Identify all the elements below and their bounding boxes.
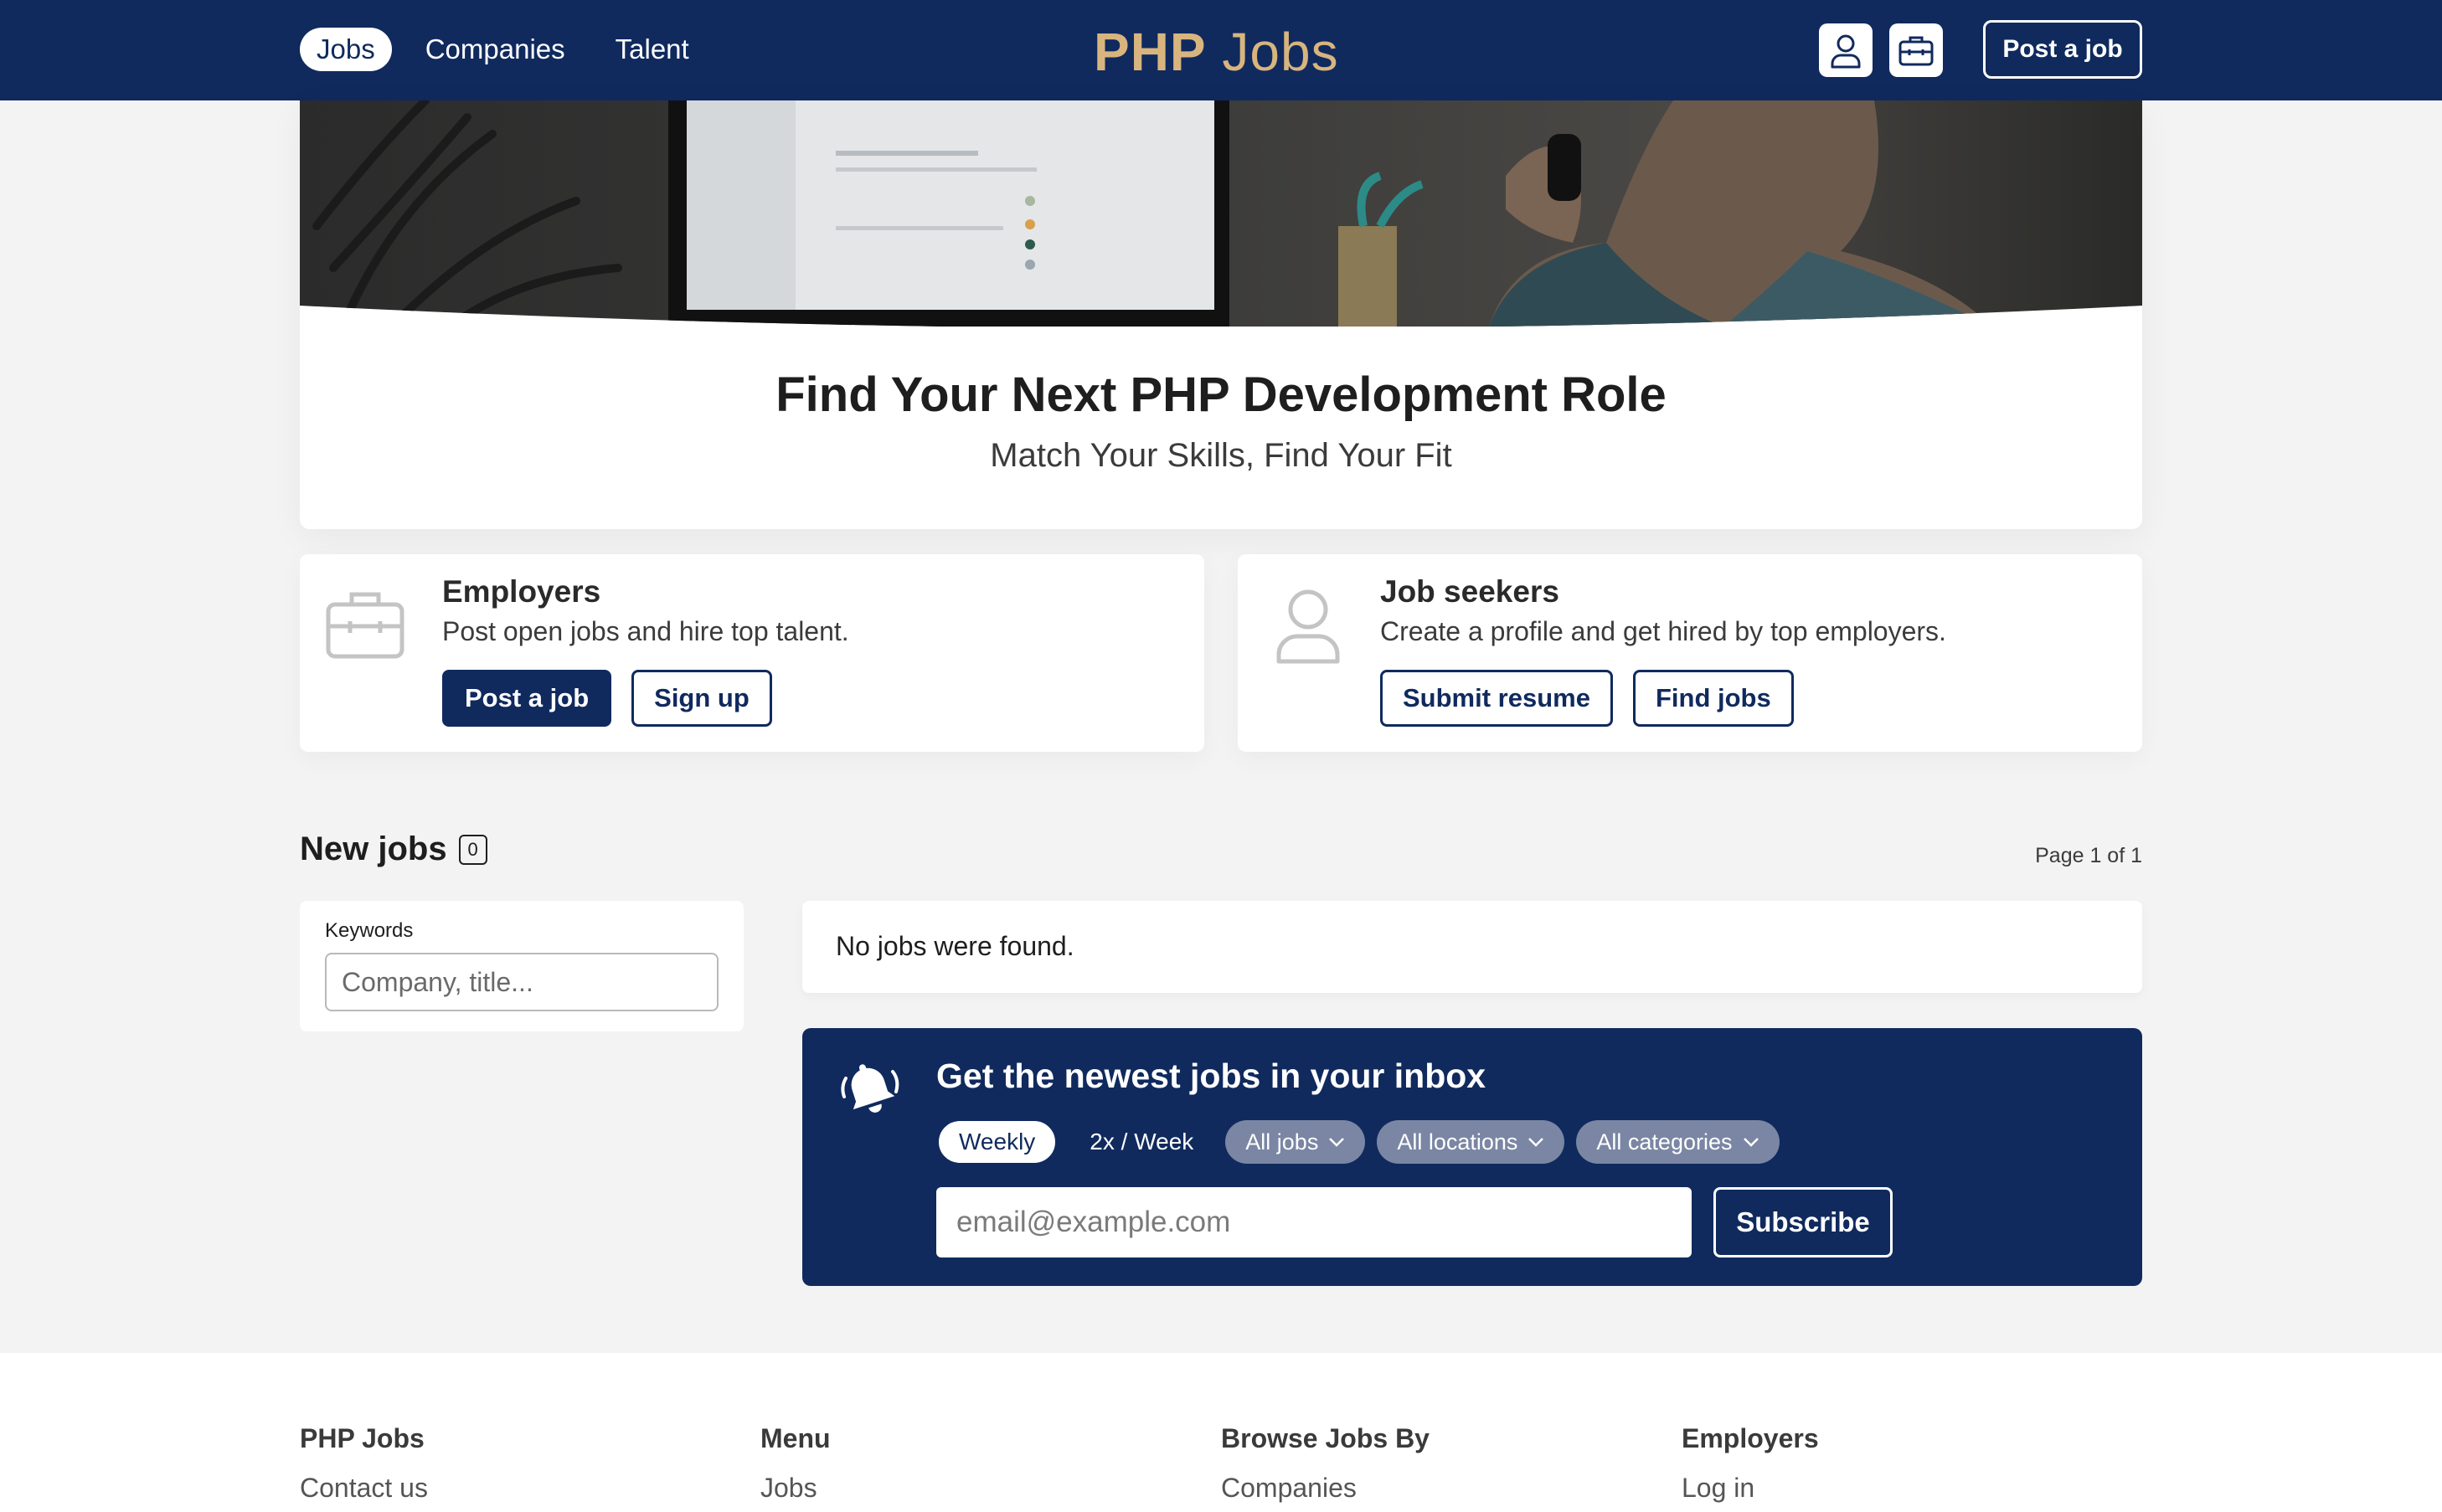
footer-col-employers: Employers Log in bbox=[1682, 1423, 1819, 1504]
all-locations-dropdown[interactable]: All locations bbox=[1377, 1120, 1565, 1164]
all-categories-dropdown[interactable]: All categories bbox=[1576, 1120, 1780, 1164]
employers-desc: Post open jobs and hire top talent. bbox=[442, 616, 849, 646]
briefcase-icon bbox=[1898, 36, 1934, 66]
footer-heading: Browse Jobs By bbox=[1221, 1423, 1430, 1453]
nav-jobs[interactable]: Jobs bbox=[300, 28, 392, 71]
chevron-down-icon bbox=[1528, 1138, 1544, 1147]
page-info: Page 1 of 1 bbox=[2035, 844, 2142, 867]
hero-card: Find Your Next PHP Development Role Matc… bbox=[300, 100, 2142, 529]
subscribe-button[interactable]: Subscribe bbox=[1713, 1187, 1893, 1257]
footer-col-browse: Browse Jobs By Companies bbox=[1221, 1423, 1430, 1504]
frequency-weekly[interactable]: Weekly bbox=[936, 1119, 1059, 1165]
newsletter-signup: Get the newest jobs in your inbox Weekly… bbox=[802, 1028, 2142, 1286]
frequency-2x-week[interactable]: 2x / Week bbox=[1069, 1119, 1213, 1165]
footer-heading: Employers bbox=[1682, 1423, 1819, 1453]
all-locations-label: All locations bbox=[1397, 1129, 1518, 1155]
job-seekers-desc: Create a profile and get hired by top em… bbox=[1380, 616, 1946, 646]
no-jobs-message: No jobs were found. bbox=[836, 931, 1074, 961]
employers-actions: Post a job Sign up bbox=[442, 670, 772, 727]
footer: PHP Jobs Contact us Menu Jobs Browse Job… bbox=[0, 1353, 2442, 1512]
chevron-down-icon bbox=[1329, 1138, 1345, 1147]
jobs-count-badge: 0 bbox=[458, 834, 487, 865]
footer-col-php-jobs: PHP Jobs Contact us bbox=[300, 1423, 428, 1504]
job-seekers-title: Job seekers bbox=[1380, 574, 1559, 609]
find-jobs-button[interactable]: Find jobs bbox=[1632, 670, 1794, 727]
account-button[interactable] bbox=[1819, 23, 1873, 77]
newsletter-title: Get the newest jobs in your inbox bbox=[936, 1057, 1486, 1095]
nav-talent[interactable]: Talent bbox=[599, 28, 706, 71]
keywords-label: Keywords bbox=[325, 919, 414, 942]
hero-title: Find Your Next PHP Development Role bbox=[775, 368, 1667, 422]
hero-subtitle: Match Your Skills, Find Your Fit bbox=[990, 437, 1452, 474]
footer-link-contact-us[interactable]: Contact us bbox=[300, 1473, 428, 1504]
job-seekers-card: Job seekers Create a profile and get hir… bbox=[1238, 554, 2142, 752]
footer-link-companies[interactable]: Companies bbox=[1221, 1473, 1430, 1504]
main-nav: Jobs Companies Talent bbox=[300, 28, 706, 71]
user-icon bbox=[1831, 34, 1861, 69]
post-job-button[interactable]: Post a job bbox=[442, 670, 612, 727]
employers-card: Employers Post open jobs and hire top ta… bbox=[300, 554, 1204, 752]
new-jobs-heading: New jobs 0 bbox=[300, 831, 487, 868]
jobs-results: No jobs were found. bbox=[802, 901, 2142, 993]
footer-link-jobs[interactable]: Jobs bbox=[760, 1473, 831, 1504]
all-jobs-dropdown[interactable]: All jobs bbox=[1225, 1120, 1366, 1164]
hero-image bbox=[300, 100, 2142, 327]
new-jobs-title: New jobs bbox=[300, 831, 447, 867]
submit-resume-button[interactable]: Submit resume bbox=[1380, 670, 1613, 727]
footer-heading: Menu bbox=[760, 1423, 831, 1453]
header-post-job-button[interactable]: Post a job bbox=[1983, 20, 2142, 79]
all-categories-label: All categories bbox=[1596, 1129, 1733, 1155]
nav-companies[interactable]: Companies bbox=[409, 28, 582, 71]
sign-up-button[interactable]: Sign up bbox=[631, 670, 772, 727]
top-navbar: Jobs Companies Talent PHP Jobs Post a jo… bbox=[0, 0, 2442, 100]
footer-col-menu: Menu Jobs bbox=[760, 1423, 831, 1504]
logo-php: PHP bbox=[1094, 22, 1207, 82]
keywords-filter: Keywords bbox=[300, 901, 744, 1031]
job-seekers-actions: Submit resume Find jobs bbox=[1380, 670, 1794, 727]
user-icon bbox=[1276, 589, 1340, 664]
employer-button[interactable] bbox=[1889, 23, 1943, 77]
chevron-down-icon bbox=[1743, 1138, 1759, 1147]
site-logo[interactable]: PHP Jobs bbox=[1094, 25, 1339, 79]
footer-heading: PHP Jobs bbox=[300, 1423, 425, 1453]
employers-title: Employers bbox=[442, 574, 601, 609]
footer-link-log-in[interactable]: Log in bbox=[1682, 1473, 1819, 1504]
bell-icon bbox=[841, 1064, 899, 1113]
briefcase-icon bbox=[326, 592, 404, 659]
keywords-input[interactable] bbox=[325, 953, 719, 1011]
logo-jobs: Jobs bbox=[1222, 22, 1339, 82]
all-jobs-label: All jobs bbox=[1245, 1129, 1319, 1155]
newsletter-options: Weekly 2x / Week All jobs All locations … bbox=[936, 1119, 1780, 1165]
email-input[interactable] bbox=[936, 1187, 1692, 1257]
